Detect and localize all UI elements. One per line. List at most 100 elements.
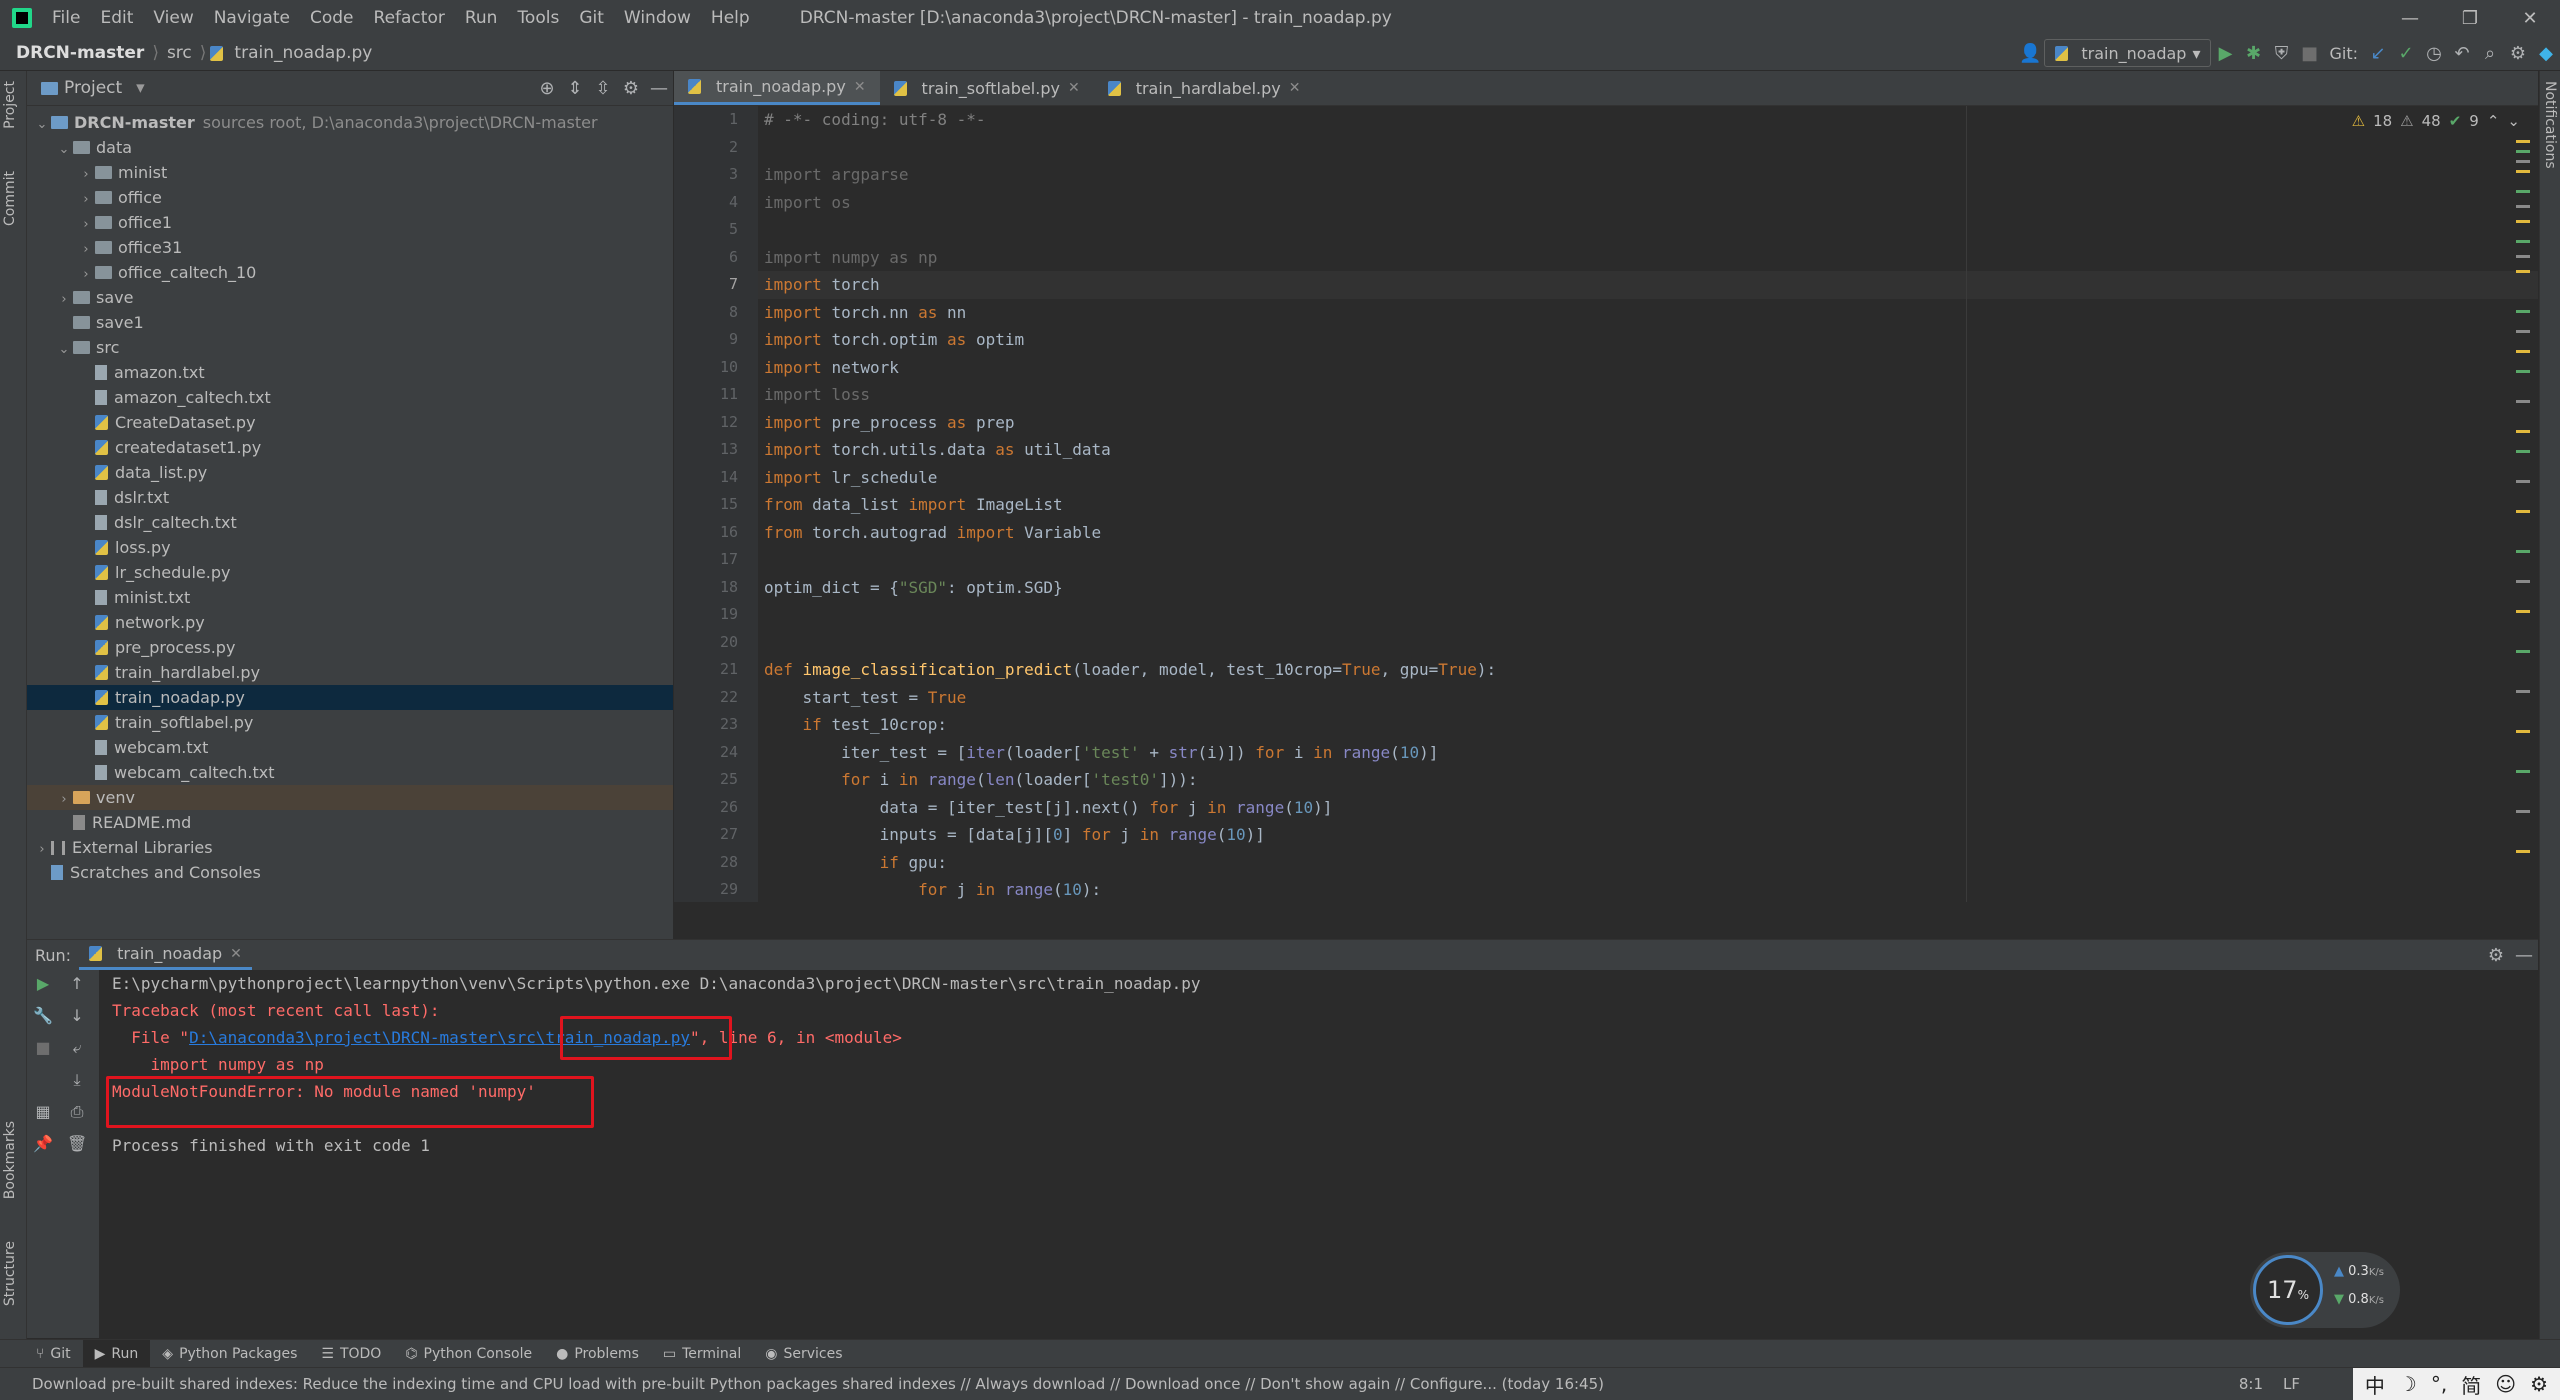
tool-window-button[interactable]: ▭ Terminal [651,1340,753,1368]
expand-all-icon[interactable]: ⇕ [561,78,589,99]
tree-item[interactable]: › office1 [27,210,673,235]
chevron-down-icon[interactable]: ⌄ [33,112,51,137]
tool-window-button[interactable]: ▶ Run [82,1340,151,1368]
line-number[interactable]: 21 [674,656,758,684]
run-tab[interactable]: train_noadap ✕ [79,940,252,970]
chevron-down-icon[interactable]: ⌄ [55,137,73,162]
breadcrumb-folder[interactable]: src [163,43,196,63]
git-update-icon[interactable]: ↙ [2364,43,2392,64]
debug-icon[interactable]: ✱ [2239,43,2267,64]
tree-item[interactable]: webcam_caltech.txt [27,760,673,785]
chevron-right-icon[interactable]: › [33,837,51,862]
line-separator[interactable]: LF [2273,1375,2310,1393]
settings-gear-icon[interactable]: ⚙ [2504,43,2532,64]
stripe-marker[interactable] [2516,650,2530,653]
line-number[interactable]: 15 [674,491,758,519]
line-number[interactable]: 23 [674,711,758,739]
error-stripe[interactable] [2516,130,2530,900]
stripe-marker[interactable] [2516,330,2530,333]
git-commit-icon[interactable]: ✓ [2392,43,2420,64]
tree-item[interactable]: › office [27,185,673,210]
tree-item[interactable]: › venv [27,785,673,810]
close-window-icon[interactable]: ✕ [2500,8,2560,29]
trash-icon[interactable]: 🗑 [67,1134,87,1153]
stripe-marker[interactable] [2516,240,2530,243]
stripe-marker[interactable] [2516,770,2530,773]
tool-window-bookmarks[interactable]: Bookmarks [2,1121,18,1199]
line-number[interactable]: 27 [674,821,758,849]
code-line[interactable]: for i in range(len(loader['test0'])): [758,766,2538,794]
code-line[interactable]: def image_classification_predict(loader,… [758,656,2538,684]
run-console[interactable]: E:\pycharm\pythonproject\learnpython\ven… [100,970,2538,1338]
line-number[interactable]: 5 [674,216,758,244]
panel-settings-icon[interactable]: ⚙ [617,78,645,99]
stripe-marker[interactable] [2516,190,2530,193]
stripe-marker[interactable] [2516,370,2530,373]
jetbrains-toolbox-icon[interactable]: ◆ [2532,43,2560,64]
chevron-down-icon[interactable]: ▾ [136,78,145,98]
stripe-marker[interactable] [2516,690,2530,693]
stripe-marker[interactable] [2516,550,2530,553]
close-tab-icon[interactable]: ✕ [1068,80,1080,96]
chevron-right-icon[interactable]: › [77,262,95,287]
close-tab-icon[interactable]: ✕ [854,79,866,95]
code-editor[interactable]: # -*- coding: utf-8 -*- import argparse im… [758,106,2538,902]
stripe-marker[interactable] [2516,205,2530,208]
tool-window-button[interactable]: ◈ Python Packages [150,1340,309,1368]
stripe-marker[interactable] [2516,580,2530,583]
chevron-right-icon[interactable]: › [77,187,95,212]
stripe-marker[interactable] [2516,510,2530,513]
stripe-marker[interactable] [2516,810,2530,813]
run-settings-icon[interactable]: ⚙ [2482,945,2510,966]
tree-item[interactable]: › office_caltech_10 [27,260,673,285]
stripe-marker[interactable] [2516,400,2530,403]
code-line[interactable]: import torch.utils.data as util_data [758,436,2538,464]
chevron-right-icon[interactable]: › [55,287,73,312]
code-line[interactable]: import torch.nn as nn [758,299,2538,327]
tree-item[interactable]: pre_process.py [27,635,673,660]
code-line[interactable]: for j in range(10): [758,876,2538,904]
code-line[interactable] [758,629,2538,657]
tree-item[interactable]: dslr.txt [27,485,673,510]
ime-button[interactable]: 中 [2365,1370,2385,1399]
tree-item[interactable]: ⌄ data [27,135,673,160]
print-icon[interactable]: ⎙ [67,1102,87,1122]
tree-item[interactable]: data_list.py [27,460,673,485]
tool-window-button[interactable]: ☰ TODO [309,1340,393,1368]
stripe-marker[interactable] [2516,450,2530,453]
restore-icon[interactable]: ❐ [2440,8,2500,29]
chevron-up-icon[interactable]: ⌃ [2487,112,2500,130]
stripe-marker[interactable] [2516,220,2530,223]
line-number[interactable]: 16 [674,519,758,547]
inspection-widget[interactable]: ⚠ 18 ⚠ 48 ✔ 9 ⌃ ⌄ [2352,112,2520,130]
line-number[interactable]: 28 [674,849,758,877]
code-line[interactable] [758,216,2538,244]
code-line[interactable]: import loss [758,381,2538,409]
tree-item[interactable]: README.md [27,810,673,835]
stop-run-icon[interactable]: ■ [33,1038,53,1057]
line-number[interactable]: 14 [674,464,758,492]
chevron-right-icon[interactable]: › [77,162,95,187]
user-icon[interactable]: 👤 [2016,43,2044,64]
close-tab-icon[interactable]: ✕ [1289,80,1301,96]
code-line[interactable]: from torch.autograd import Variable [758,519,2538,547]
line-number[interactable]: 6 [674,244,758,272]
menu-run[interactable]: Run [455,0,508,36]
tree-item[interactable]: › External Libraries [27,835,673,860]
tool-window-structure[interactable]: Structure [2,1241,18,1306]
line-number[interactable]: 24 [674,739,758,767]
code-line[interactable]: import torch [758,271,2538,299]
chevron-down-icon[interactable]: ⌄ [2507,112,2520,130]
line-number[interactable]: 19 [674,601,758,629]
ime-button[interactable]: 简 [2461,1370,2481,1399]
line-number[interactable]: 29 [674,876,758,904]
tree-item[interactable]: minist.txt [27,585,673,610]
menu-view[interactable]: View [143,0,203,36]
tree-item[interactable]: lr_schedule.py [27,560,673,585]
stripe-marker[interactable] [2516,730,2530,733]
stripe-marker[interactable] [2516,430,2530,433]
line-number[interactable]: 13 [674,436,758,464]
code-line[interactable]: optim_dict = {"SGD": optim.SGD} [758,574,2538,602]
close-tab-icon[interactable]: ✕ [230,946,242,962]
layout-icon[interactable]: ▦ [33,1102,53,1121]
